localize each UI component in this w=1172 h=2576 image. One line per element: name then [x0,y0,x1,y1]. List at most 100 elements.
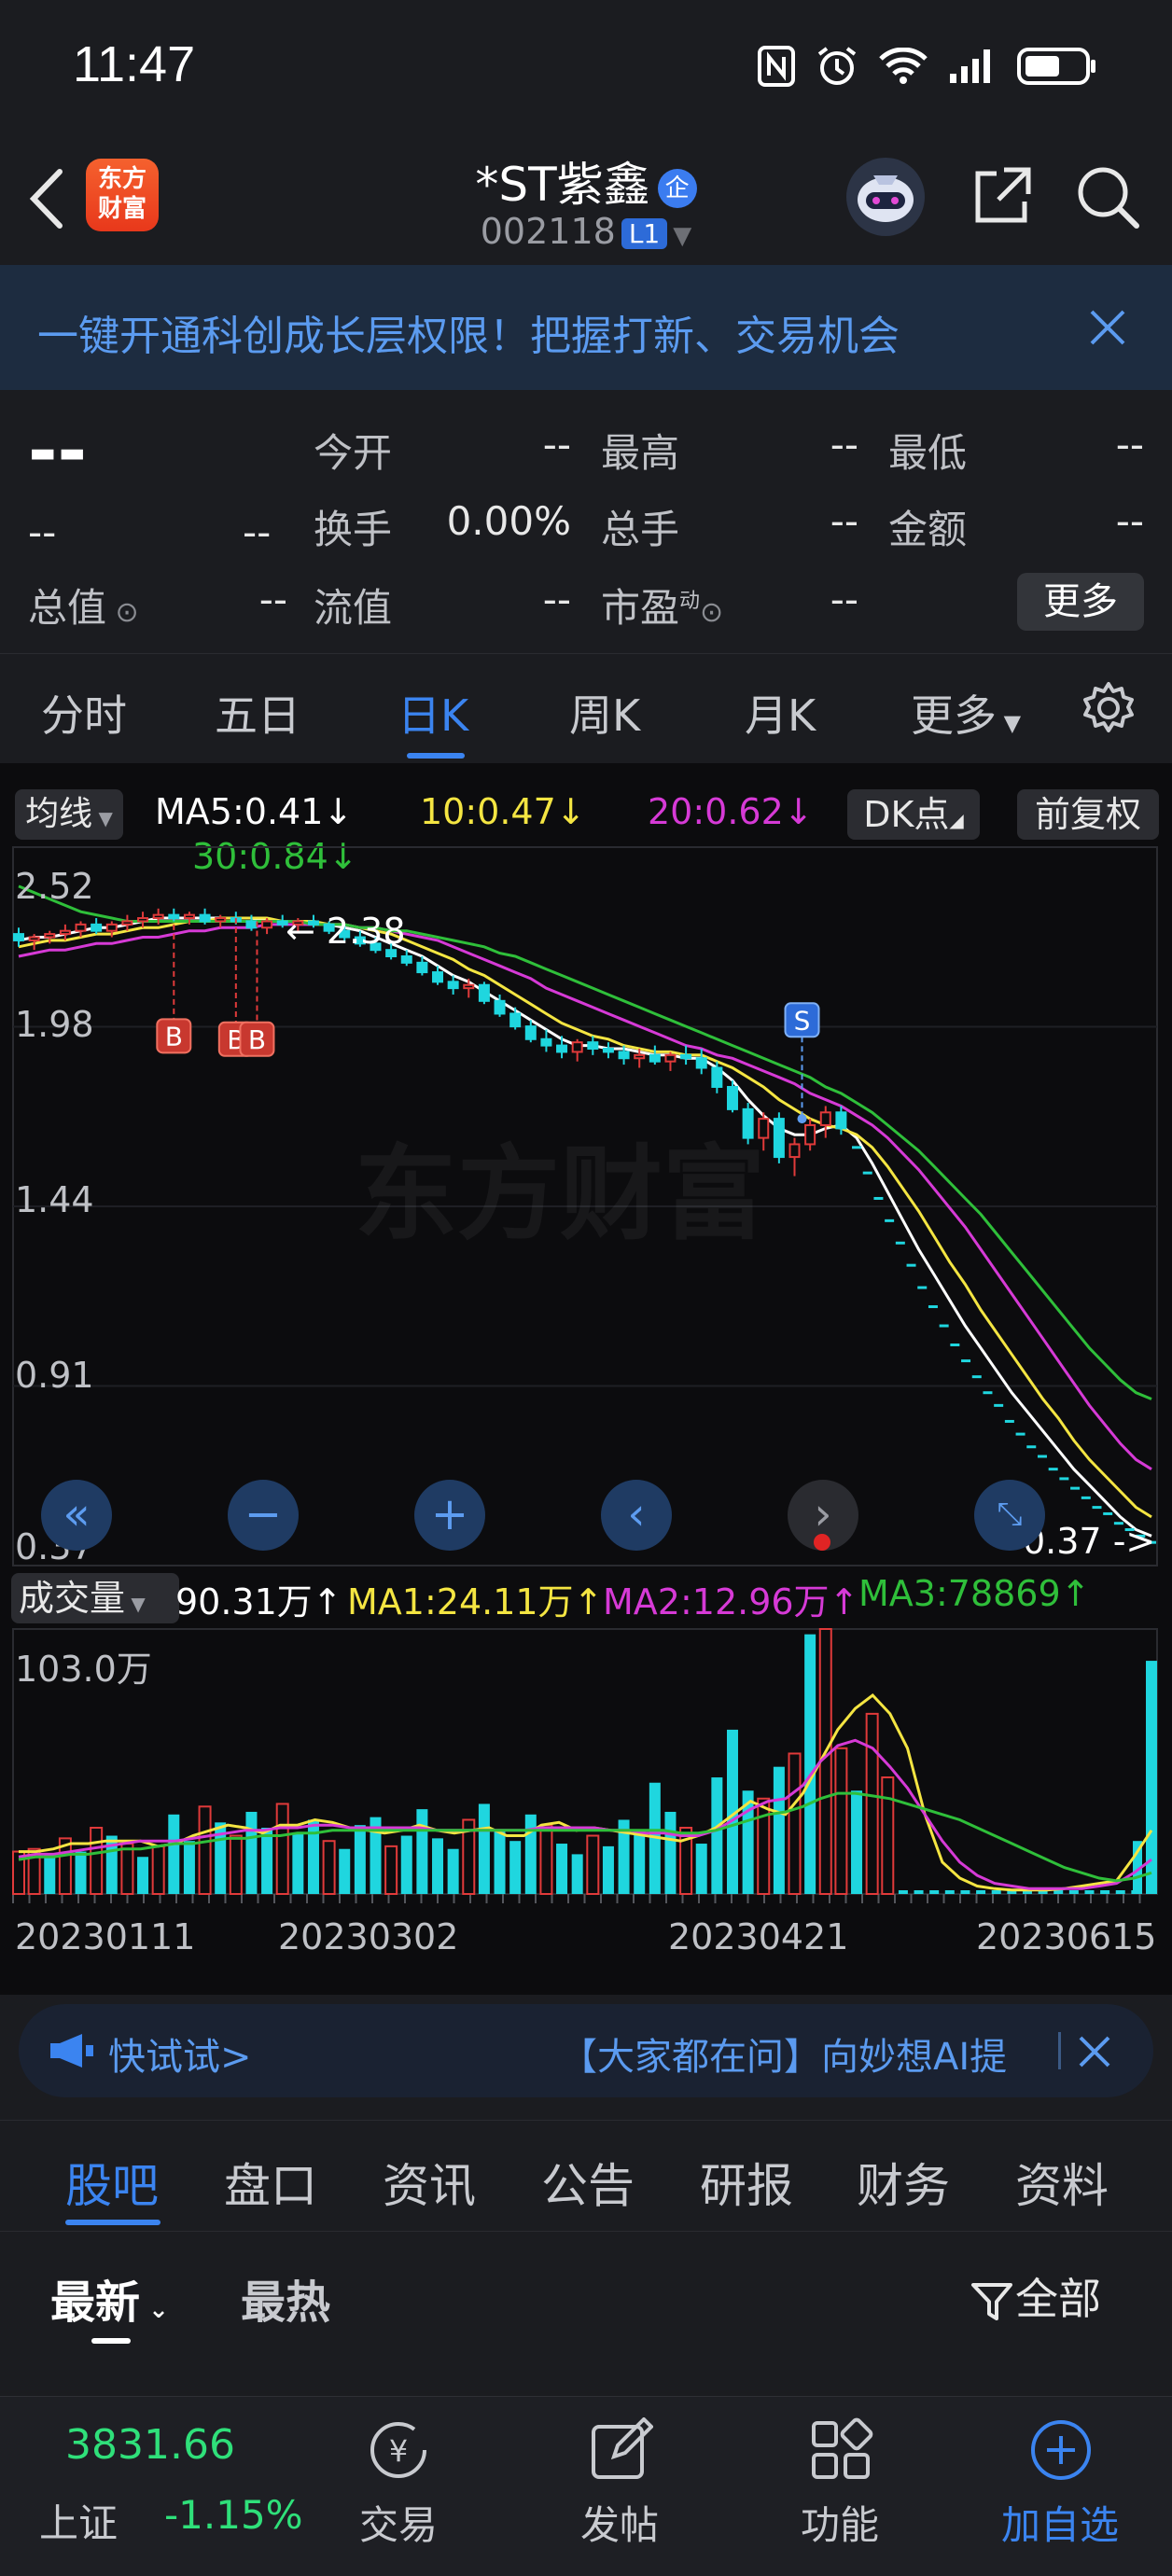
candle-body [478,983,490,1002]
tab-more-label: 更多 [911,690,997,741]
tab-intraday[interactable]: 分时 [41,682,127,744]
notification-dot [814,1534,830,1551]
volume-bar [804,1634,816,1894]
close-icon[interactable] [1088,308,1127,347]
sort-newest[interactable]: 最新 ⌄ [50,2265,169,2331]
zoom-in-icon[interactable]: + [414,1480,485,1551]
promo-banner[interactable]: 一键开通科创成长层权限！把握打新、交易机会 [0,265,1172,390]
tab-guba[interactable]: 股吧 [65,2149,159,2216]
candle-body [571,1041,583,1053]
nav-add-watchlist[interactable]: 加自选 [985,2494,1135,2551]
clock: 11:47 [73,36,196,92]
nav-functions[interactable]: 功能 [765,2494,914,2551]
candle-body [494,999,506,1015]
candle-body [602,1048,614,1053]
volume-bar [851,1790,863,1894]
tab-announcements[interactable]: 公告 [541,2149,635,2216]
more-quote-button[interactable]: 更多 [1017,573,1144,631]
index-value[interactable]: 3831.66 [65,2421,235,2469]
volume-bar [494,1830,506,1894]
tab-daily-k[interactable]: 日K [398,682,468,744]
tab-research[interactable]: 研报 [700,2149,793,2216]
tab-weekly-k[interactable]: 周K [569,682,640,744]
nav-post[interactable]: 发帖 [545,2494,694,2551]
vol-ma3-label: MA3:78869↑ [858,1573,1091,1614]
tab-news[interactable]: 资讯 [383,2149,476,2216]
ai-ad-bar[interactable]: 快试试> 【大家都在问】向妙想AI提 [19,2004,1153,2097]
volume-bar [1068,1890,1079,1894]
field-label[interactable]: 市盈动⊙ [601,577,723,634]
candle-body [447,981,459,990]
candle-body [261,920,273,929]
candle-body [680,1053,692,1060]
search-icon[interactable] [1073,162,1142,231]
add-watchlist-icon[interactable] [1028,2417,1094,2483]
stock-code-text: 002118 [480,211,616,252]
candle-body [540,1037,552,1047]
field-value: -- [542,577,571,622]
candle-body [91,923,103,932]
candle-body [758,1118,770,1139]
robot-assistant-icon[interactable] [845,157,926,237]
volume-bar [695,1844,707,1894]
sort-hottest[interactable]: 最热 [241,2265,330,2331]
price-axis-label: 1.44 [15,1179,94,1220]
volume-value: 90.31万↑ [175,1581,342,1622]
post-icon[interactable] [588,2417,653,2483]
scroll-left-icon[interactable]: ‹ [601,1480,672,1551]
tab-pankou[interactable]: 盘口 [224,2149,317,2216]
volume-bar [788,1752,802,1895]
tab-monthly-k[interactable]: 月K [745,682,816,744]
date-axis-label: 20230111 [15,1916,196,1957]
apps-grid-icon[interactable] [808,2417,873,2483]
ad-right-text[interactable]: 【大家都在问】向妙想AI提 [560,2026,1058,2081]
tab-profile[interactable]: 资料 [1015,2149,1109,2216]
trade-icon[interactable]: ¥ [364,2417,433,2483]
filter-button[interactable]: 全部 [970,2265,1101,2327]
field-value: -- [830,498,858,544]
field-label[interactable]: 总值 ⊙ [28,577,139,634]
share-icon[interactable] [969,164,1034,230]
tab-more[interactable]: 更多 ▼ [911,682,1021,744]
volume-bar [120,1843,134,1896]
index-pct[interactable]: -1.15% [164,2492,303,2538]
date-axis-label: 20230302 [278,1916,459,1957]
close-icon[interactable] [1077,2034,1112,2069]
settings-gear-icon[interactable] [1081,680,1137,736]
nav-trade[interactable]: 交易 [324,2494,473,2551]
fullscreen-icon[interactable]: ⤡ [974,1480,1045,1551]
field-value: 0.00% [446,498,571,544]
tab-financials[interactable]: 财务 [857,2149,950,2216]
svg-text:¥: ¥ [389,2433,408,2469]
high-marker-value: 2.38 [326,911,406,952]
buy-marker-label: B [165,1021,183,1051]
volume-bar [773,1766,785,1894]
volume-bar [322,1840,336,1895]
kline-chart-area[interactable]: 均线 ▼ MA5:0.41↓ 10:0.47↓ 20:0.62↓ 30:0.84… [0,763,1172,1995]
scroll-far-left-icon[interactable]: « [41,1480,112,1551]
volume-bar [447,1848,459,1894]
price-axis-label: 0.91 [15,1355,94,1396]
candle-body [463,983,475,990]
volume-bar [1053,1890,1064,1894]
field-value: -- [1115,422,1144,467]
volume-bar [183,1841,195,1894]
candle-body [664,1053,677,1063]
caret-down-icon: ▼ [673,222,692,250]
candle-body [819,1111,831,1126]
info-icon: ⊙ [106,596,139,629]
sort-underline [91,2338,131,2344]
volume-selector[interactable]: 成交量 ▼ [11,1573,179,1623]
high-marker: ← 2.38 [286,911,406,952]
volume-bar [634,1830,646,1894]
index-name[interactable]: 上证 [39,2492,118,2549]
volume-bar [275,1803,289,1895]
ad-left-text[interactable]: 快试试> [108,2026,252,2081]
volume-bar [245,1811,258,1894]
volume-bar [75,1851,87,1894]
candle-body [75,923,87,932]
tab-five-day[interactable]: 五日 [215,682,300,744]
megaphone-icon [50,2034,93,2068]
zoom-out-icon[interactable]: − [228,1480,299,1551]
candle-body [416,961,428,974]
